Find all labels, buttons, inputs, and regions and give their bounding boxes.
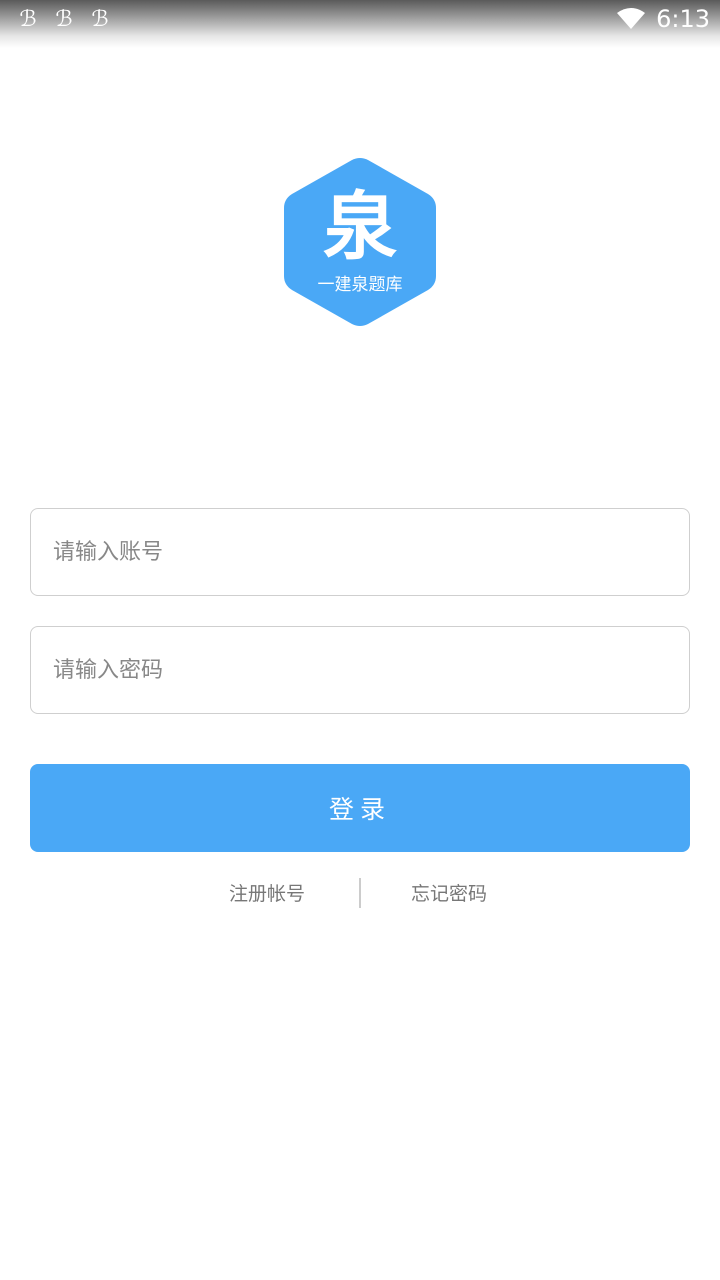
status-bar: ℬ ℬ ℬ 6:13 [0, 0, 720, 48]
notification-icon: ℬ [91, 7, 109, 32]
auth-links: 注册帐号 忘记密码 [0, 876, 720, 912]
notification-icon: ℬ [55, 7, 73, 32]
password-field [30, 626, 690, 714]
account-input[interactable] [31, 509, 689, 595]
password-input[interactable] [31, 627, 689, 713]
logo-subtitle: 一建泉题库 [317, 275, 403, 295]
login-button[interactable]: 登录 [30, 764, 690, 852]
links-divider [359, 878, 361, 908]
status-time: 6:13 [656, 5, 710, 33]
notification-area: ℬ ℬ ℬ [16, 6, 112, 34]
status-indicators: 6:13 [616, 4, 710, 34]
notification-icon: ℬ [19, 7, 37, 32]
logo-main-char: 泉 [323, 184, 397, 270]
register-link[interactable]: 注册帐号 [229, 880, 305, 908]
forgot-password-link[interactable]: 忘记密码 [411, 880, 487, 908]
app-logo: 泉 一建泉题库 [284, 156, 436, 328]
wifi-icon [616, 7, 646, 31]
account-field [30, 508, 690, 596]
login-screen: ℬ ℬ ℬ 6:13 泉 一建泉题库 登录 注册帐号 忘记密码 [0, 0, 720, 1280]
